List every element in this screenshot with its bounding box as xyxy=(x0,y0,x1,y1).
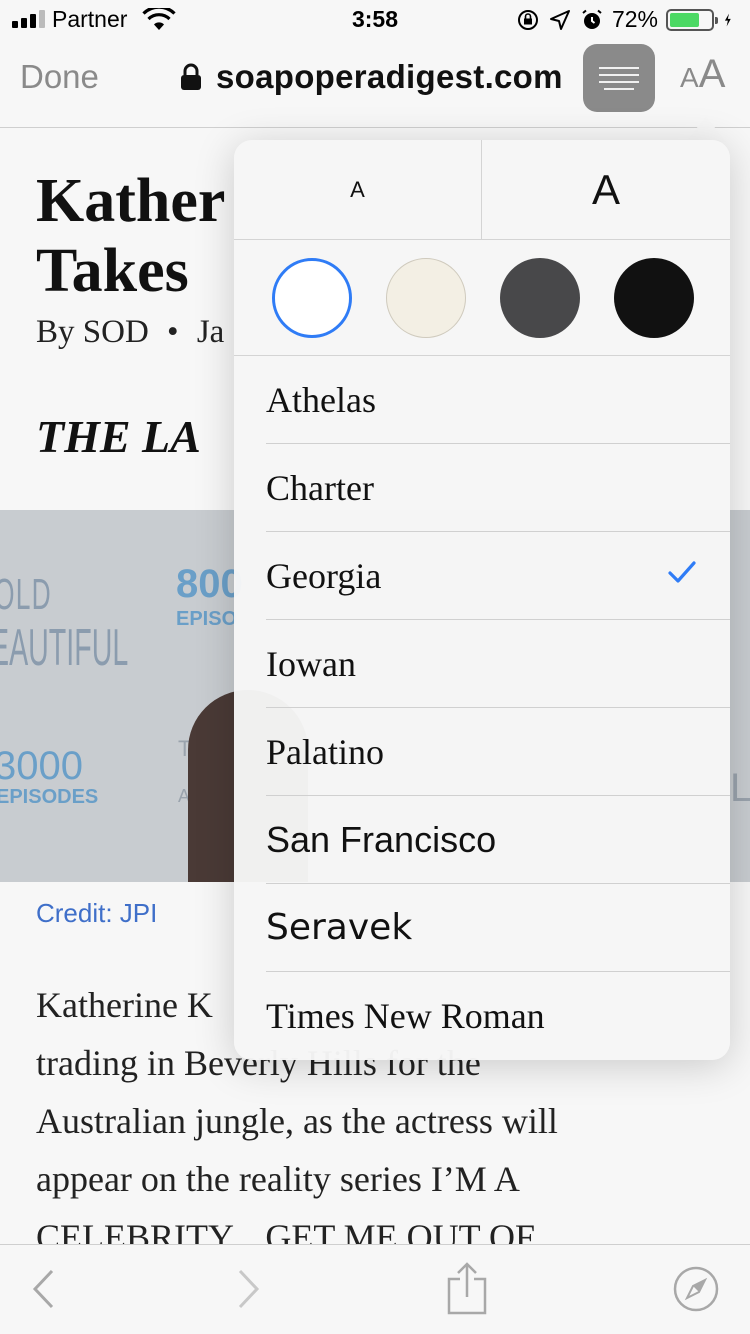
font-option-label: Athelas xyxy=(266,380,376,420)
orientation-lock-icon xyxy=(517,9,538,30)
status-bar: Partner 3:58 72% xyxy=(0,0,750,40)
theme-row xyxy=(234,240,730,356)
alarm-icon xyxy=(582,9,602,29)
address-bar[interactable]: soapoperadigest.com xyxy=(180,58,563,96)
font-option-label: Palatino xyxy=(266,732,384,772)
reader-text-options-popover: A A Athelas Charter Georgia Iowan Palati… xyxy=(234,140,730,1060)
photo-credit-link[interactable]: Credit: JPI xyxy=(36,898,157,929)
font-option-times-new-roman[interactable]: Times New Roman xyxy=(234,972,730,1060)
text-size-small-glyph: A xyxy=(680,62,699,93)
body-line: Australian jungle, as the actress will xyxy=(36,1101,558,1141)
photo-text-800: 800 xyxy=(176,562,243,606)
status-right-group: 72% xyxy=(516,6,736,33)
bottom-toolbar xyxy=(0,1244,750,1334)
font-option-label: Charter xyxy=(266,468,374,508)
font-option-seravek[interactable]: Seravek xyxy=(234,884,730,972)
battery-percent: 72% xyxy=(611,6,658,32)
theme-black-swatch[interactable] xyxy=(614,258,694,338)
safari-nav-bar: Done soapoperadigest.com AA xyxy=(0,40,750,128)
photo-text-3000: 3000 xyxy=(0,744,83,788)
font-option-label: San Francisco xyxy=(266,819,497,860)
battery-level-fill xyxy=(670,12,699,27)
photo-text-l: L xyxy=(730,766,750,810)
url-text: soapoperadigest.com xyxy=(216,58,563,95)
font-option-charter[interactable]: Charter xyxy=(234,444,730,532)
body-line: appear on the reality series I’M A xyxy=(36,1159,520,1199)
font-option-label: Georgia xyxy=(266,556,382,596)
decrease-font-size-button[interactable]: A xyxy=(234,140,482,240)
theme-white-swatch[interactable] xyxy=(272,258,352,338)
font-option-iowan[interactable]: Iowan xyxy=(234,620,730,708)
byline-author: By SOD xyxy=(36,314,149,350)
article-byline: By SOD • Ja xyxy=(36,314,224,351)
font-option-palatino[interactable]: Palatino xyxy=(234,708,730,796)
location-icon xyxy=(549,9,570,30)
lock-icon xyxy=(181,63,201,90)
font-option-label: Times New Roman xyxy=(266,996,545,1036)
byline-bullet: • xyxy=(167,314,179,350)
done-button[interactable]: Done xyxy=(20,58,99,96)
reader-view-button[interactable] xyxy=(583,44,655,112)
photo-text-episodes-bottom: EPISODES xyxy=(0,786,99,808)
forward-icon[interactable] xyxy=(236,1267,262,1311)
text-options-button[interactable]: AA xyxy=(680,52,725,97)
font-option-label: Seravek xyxy=(266,907,413,948)
compass-icon[interactable] xyxy=(672,1265,720,1313)
charging-bolt-icon xyxy=(724,13,731,26)
photo-text-episodes-top: EPISO xyxy=(176,608,238,630)
article-dek: THE LA xyxy=(36,411,201,462)
theme-gray-swatch[interactable] xyxy=(500,258,580,338)
body-line: CELEBRITY... GET ME OUT OF xyxy=(36,1217,536,1244)
back-icon[interactable] xyxy=(30,1267,56,1311)
font-option-label: Iowan xyxy=(266,644,356,684)
checkmark-icon xyxy=(668,561,696,583)
photo-text-old: OLD xyxy=(0,570,52,619)
font-option-athelas[interactable]: Athelas xyxy=(234,356,730,444)
theme-sepia-swatch[interactable] xyxy=(386,258,466,338)
font-list: Athelas Charter Georgia Iowan Palatino S… xyxy=(234,356,730,1060)
share-icon[interactable] xyxy=(446,1261,488,1315)
font-size-row: A A xyxy=(234,140,730,240)
byline-date: Ja xyxy=(196,314,225,350)
photo-text-beautiful: EAUTIFUL xyxy=(0,619,129,677)
battery-icon xyxy=(666,8,718,31)
text-size-large-glyph: A xyxy=(698,52,726,96)
font-option-georgia[interactable]: Georgia xyxy=(234,532,730,620)
font-option-san-francisco[interactable]: San Francisco xyxy=(234,796,730,884)
popover-arrow xyxy=(686,116,726,142)
increase-font-size-button[interactable]: A xyxy=(482,140,730,240)
